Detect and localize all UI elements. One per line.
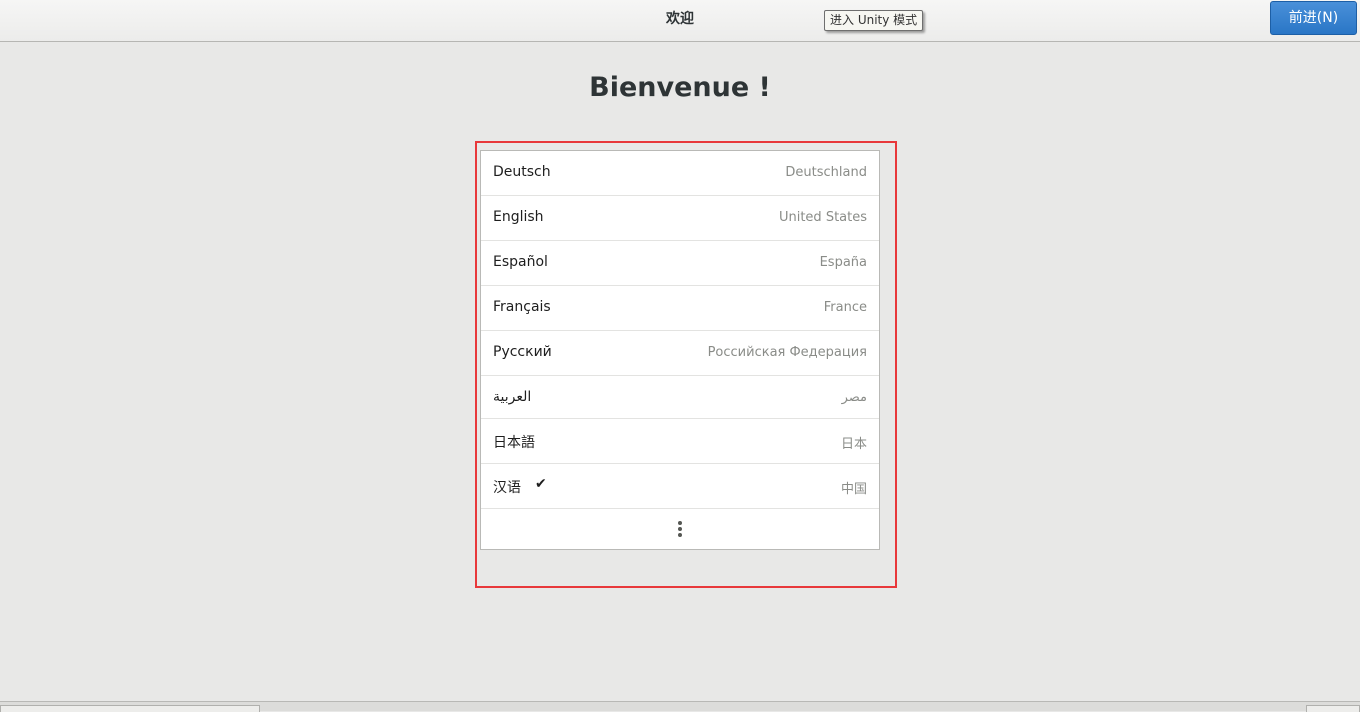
unity-mode-tooltip: 进入 Unity 模式 <box>824 10 924 31</box>
language-region: 日本 <box>840 437 867 452</box>
bottom-bar <box>0 701 1360 712</box>
language-row-deutsch[interactable]: Deutsch Deutschland <box>481 151 879 196</box>
language-row-japanese[interactable]: 日本語 日本 <box>481 419 879 464</box>
language-name: Français <box>493 299 551 315</box>
window-title: 欢迎 <box>666 11 694 27</box>
language-row-arabic[interactable]: العربية مصر <box>481 376 879 419</box>
language-name: Español <box>493 254 548 270</box>
language-row-english[interactable]: English United States <box>481 196 879 241</box>
language-name: Deutsch <box>493 164 551 180</box>
language-row-espanol[interactable]: Español España <box>481 241 879 286</box>
next-button[interactable]: 前进(N) <box>1270 1 1357 35</box>
language-name: Русский <box>493 344 552 360</box>
language-region: مصر <box>841 390 867 405</box>
language-region: España <box>819 255 867 270</box>
more-languages-button[interactable] <box>481 509 879 549</box>
language-name: العربية <box>493 389 532 405</box>
language-region: 中国 <box>840 482 867 497</box>
language-region: United States <box>778 210 867 225</box>
language-name: 日本語 <box>493 435 535 451</box>
language-region: France <box>823 300 867 315</box>
language-row-francais[interactable]: Français France <box>481 286 879 331</box>
language-region: Российская Федерация <box>707 345 867 360</box>
language-name: 汉语 <box>493 480 521 496</box>
check-icon: ✔ <box>535 476 547 492</box>
page-title: Bienvenue ! <box>589 72 771 103</box>
vertical-ellipsis-icon <box>678 521 682 537</box>
language-region: Deutschland <box>785 165 867 180</box>
language-name: English <box>493 209 544 225</box>
language-row-chinese[interactable]: 汉语 ✔ 中国 <box>481 464 879 509</box>
language-row-russian[interactable]: Русский Российская Федерация <box>481 331 879 376</box>
language-list: Deutsch Deutschland English United State… <box>480 150 880 550</box>
header-bar: 欢迎 进入 Unity 模式 前进(N) <box>0 0 1360 42</box>
